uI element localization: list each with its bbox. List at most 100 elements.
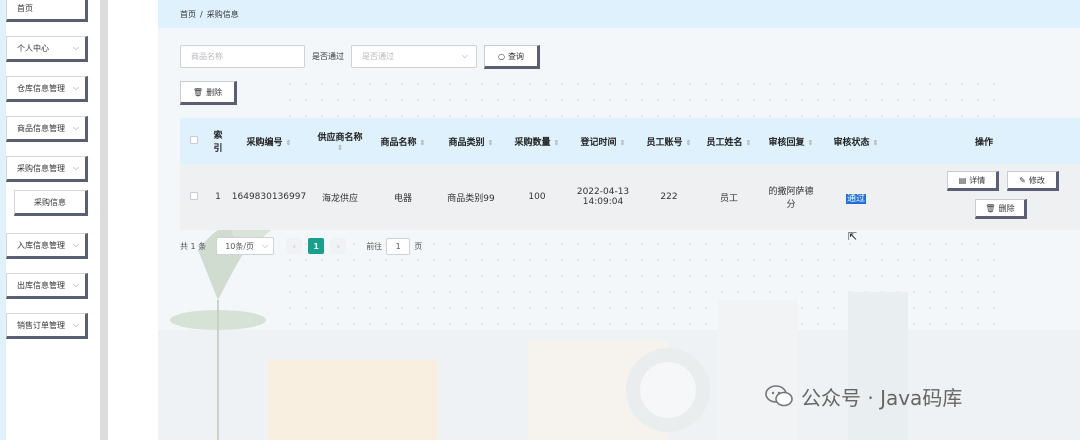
search-icon: ○ [498,51,505,61]
sidebar-item-purchase-mgmt[interactable]: 采购信息管理 ⌵ [6,156,88,182]
sidebar-item-home[interactable]: 首页 [6,0,88,22]
page-size-select[interactable]: 10条/页 ⌵ [216,237,275,255]
chevron-down-icon: ⌵ [72,240,79,249]
chevron-down-icon: ⌵ [461,51,468,60]
goto-page-input[interactable]: 1 [386,237,411,255]
header-product[interactable]: 商品名称 ⇕ [370,118,436,164]
batch-delete-button[interactable]: 🗑 删除 [180,81,237,105]
row-select[interactable] [180,164,208,230]
breadcrumb-separator: / [200,9,203,19]
edit-button-label: 修改 [1028,175,1045,185]
status-badge: 通过 [845,193,866,204]
mouse-cursor-icon: ⇱ [848,230,858,243]
cell-operations: ▤ 详情 ✎ 修改 🗑 删除 [888,164,1080,230]
sort-icon[interactable]: ⇕ [620,139,626,147]
sort-icon[interactable]: ⇕ [746,139,752,147]
cell-status: 通过 [824,164,888,230]
goto-label: 前往 [366,241,383,251]
header-supplier[interactable]: 供应商名称 ⇕ [310,118,370,164]
watermark-text: 公众号 · Java码库 [801,385,963,410]
sort-icon[interactable]: ⇕ [286,139,292,147]
sort-icon[interactable]: ⇕ [420,139,426,147]
input-placeholder: 商品名称 [191,52,223,61]
watermark: 公众号 · Java码库 [765,380,962,412]
pencil-icon: ✎ [1019,175,1026,185]
delete-button[interactable]: 🗑 删除 [975,199,1027,219]
header-emp-account[interactable]: 员工账号 ⇕ [638,118,700,164]
trash-icon: 🗑 [985,203,996,213]
header-index: 索引 [208,118,228,164]
sidebar-item-label: 入库信息管理 [17,240,65,250]
approved-filter-select[interactable]: 是否通过 ⌵ [351,45,477,68]
header-reg-time[interactable]: 登记时间 ⇕ [568,118,638,164]
reg-time: 14:09:04 [582,197,624,207]
header-purchase-no[interactable]: 采购编号 ⇕ [228,118,310,164]
chevron-down-icon: ⌵ [262,241,269,250]
sort-icon[interactable]: ⇕ [337,144,343,152]
edit-button[interactable]: ✎ 修改 [1007,171,1059,191]
sidebar-divider [100,0,108,440]
cell-reg-time: 2022-04-13 14:09:04 [568,164,638,230]
breadcrumb: 首页 / 采购信息 [158,0,1080,28]
sidebar-item-label: 采购信息 [34,197,66,207]
delete-button-label: 删除 [206,87,223,97]
sidebar-item-label: 首页 [17,3,33,13]
chevron-left-icon: ‹ [292,241,296,251]
delete-button-label: 删除 [998,203,1015,213]
sort-icon[interactable]: ⇕ [873,139,879,147]
header-status[interactable]: 审核状态 ⇕ [824,118,888,164]
detail-button-label: 详情 [969,175,986,185]
chevron-right-icon: › [336,241,340,251]
document-icon: ▤ [958,175,967,185]
sidebar-item-label: 仓库信息管理 [17,83,65,93]
sidebar-item-sales-order[interactable]: 销售订单管理 ⌵ [6,313,88,339]
prev-page-button[interactable]: ‹ [286,238,303,254]
approved-filter-label: 是否通过 [312,52,344,61]
chevron-down-icon: ⌵ [72,320,79,329]
sidebar-item-personal-center[interactable]: 个人中心 ⌵ [6,36,88,62]
sidebar-item-inbound[interactable]: 入库信息管理 ⌵ [6,233,88,259]
page-size-value: 10条/页 [225,241,255,251]
sidebar-item-warehouse[interactable]: 仓库信息管理 ⌵ [6,76,88,102]
header-emp-name[interactable]: 员工姓名 ⇕ [700,118,758,164]
chevron-down-icon: ⌵ [72,280,79,289]
cell-product: 电器 [370,164,436,230]
chevron-down-icon: ⌵ [72,43,79,52]
checkbox-icon[interactable] [190,191,198,200]
sidebar-item-outbound[interactable]: 出库信息管理 ⌵ [6,273,88,299]
cell-quantity: 100 [506,164,568,230]
product-name-search-input[interactable]: 商品名称 [180,45,305,68]
sidebar-item-product[interactable]: 商品信息管理 ⌵ [6,116,88,142]
header-select-all[interactable] [180,118,208,164]
sort-icon[interactable]: ⇕ [808,139,814,147]
header-category[interactable]: 商品类别 ⇕ [436,118,506,164]
query-button[interactable]: ○ 查询 [484,45,540,69]
chevron-down-icon: ⌵ [72,163,79,172]
checkbox-icon[interactable] [190,135,198,144]
header-reply[interactable]: 审核回复 ⇕ [758,118,824,164]
sidebar-item-label: 商品信息管理 [17,123,65,133]
breadcrumb-home[interactable]: 首页 [180,9,196,20]
wechat-icon [765,385,793,407]
query-button-label: 查询 [507,51,524,61]
detail-button[interactable]: ▤ 详情 [947,171,999,191]
page-number-current[interactable]: 1 [308,238,325,254]
select-placeholder: 是否通过 [362,52,394,61]
next-page-button[interactable]: › [330,238,347,254]
sidebar-item-purchase-info[interactable]: 采购信息 [14,190,88,216]
sort-icon[interactable]: ⇕ [554,139,560,147]
sort-icon[interactable]: ⇕ [488,139,494,147]
cell-reply: 的撒阿萨德分 [758,164,824,230]
trash-icon: 🗑 [192,87,204,97]
header-quantity[interactable]: 采购数量 ⇕ [506,118,568,164]
sidebar-item-label: 出库信息管理 [17,280,65,290]
cell-index: 1 [208,164,228,230]
cell-emp-account: 222 [638,164,700,230]
cell-category: 商品类别99 [436,164,506,230]
page-unit-label: 页 [414,241,423,251]
chevron-down-icon: ⌵ [72,123,79,132]
purchase-table: 索引 采购编号 ⇕ 供应商名称 ⇕ 商品名称 ⇕ 商品类别 ⇕ 采购数量 ⇕ 登记… [180,118,1080,230]
sort-icon[interactable]: ⇕ [686,139,692,147]
header-operations: 操作 [888,118,1080,164]
table-header-row: 索引 采购编号 ⇕ 供应商名称 ⇕ 商品名称 ⇕ 商品类别 ⇕ 采购数量 ⇕ 登记… [180,118,1080,164]
